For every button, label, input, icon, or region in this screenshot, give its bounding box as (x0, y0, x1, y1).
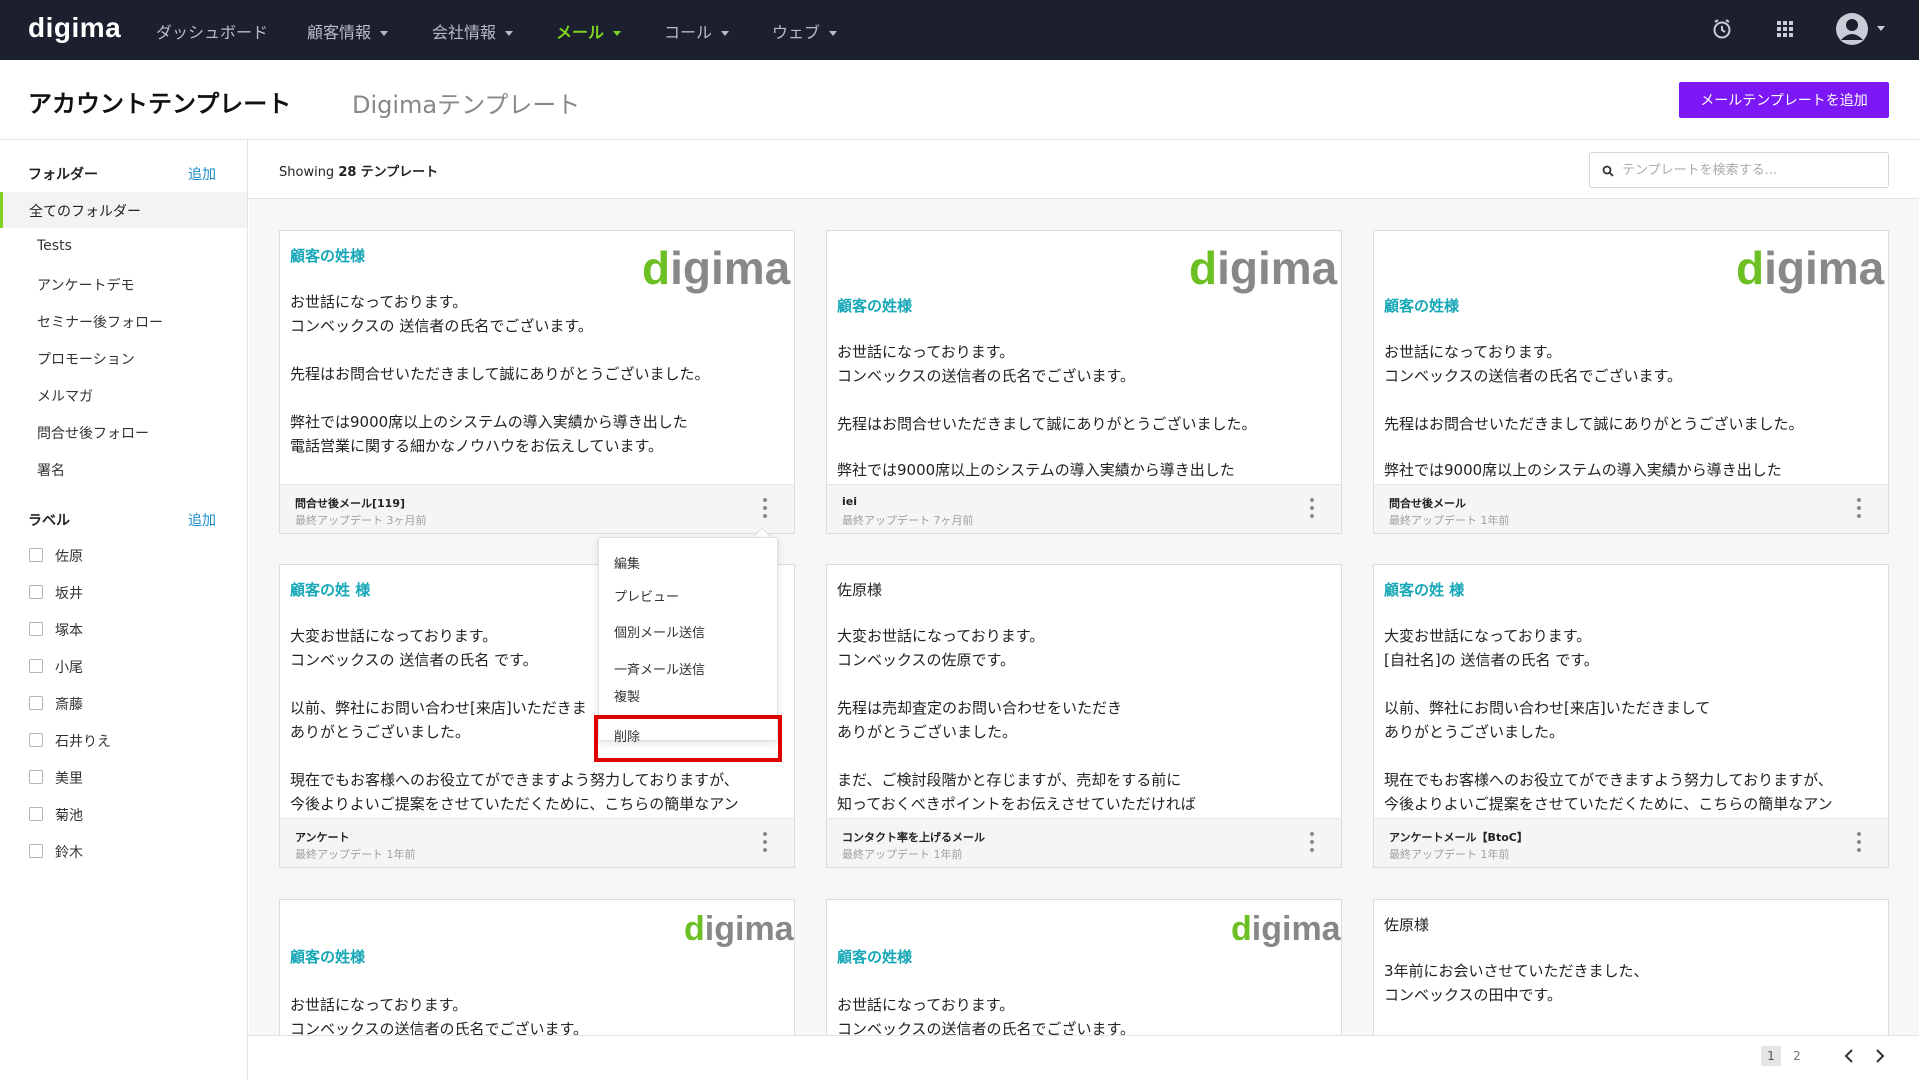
last-updated: 最終アップデート 1年前 (1389, 514, 1510, 527)
more-options-icon[interactable] (1856, 498, 1862, 522)
digima-logo: digima (1231, 910, 1341, 948)
template-name: アンケートメール【BtoC】 (1389, 831, 1528, 844)
menu-item-individual-send[interactable]: 個別メール送信 (614, 622, 705, 641)
sidebar-item-inquiry-follow[interactable]: 問合せ後フォロー (37, 423, 149, 443)
add-mail-template-button[interactable]: メールテンプレートを追加 (1679, 82, 1889, 118)
add-folder-link[interactable]: 追加 (188, 164, 216, 184)
checkbox[interactable] (29, 770, 43, 784)
more-options-icon[interactable] (1309, 498, 1315, 522)
template-card[interactable]: 佐原様 3年前にお会いさせていただきました、 コンベックスの田中です。 (1373, 899, 1889, 1039)
last-updated: 最終アップデート 1年前 (295, 848, 416, 861)
template-name: iei (842, 495, 858, 508)
checkbox[interactable] (29, 548, 43, 562)
template-card[interactable]: 佐原様 大変お世話になっております。 コンベックスの佐原です。 先程は売却査定の… (826, 564, 1342, 868)
chevron-down-icon (613, 31, 622, 36)
menu-item-duplicate[interactable]: 複製 (614, 686, 640, 705)
chevron-down-icon (721, 31, 730, 36)
checkbox[interactable] (29, 844, 43, 858)
template-card[interactable]: digima 顧客の姓様 お世話になっております。 コンベックスの送信者の氏名で… (1373, 230, 1889, 534)
chevron-right-icon[interactable] (1873, 1046, 1887, 1066)
checkbox[interactable] (29, 659, 43, 673)
digima-logo: digima (1189, 242, 1338, 294)
sidebar-item-newsletter[interactable]: メルマガ (37, 386, 93, 406)
delete-highlight-box (594, 715, 782, 762)
nav-customer-info[interactable]: 顧客情報 (307, 19, 389, 43)
more-options-icon[interactable] (1856, 832, 1862, 856)
template-name: 問合せ後メール (1389, 497, 1466, 510)
nav-web[interactable]: ウェブ (772, 19, 838, 43)
divider (0, 139, 1919, 140)
folders-heading: フォルダー (28, 167, 98, 183)
digima-logo: digima (684, 910, 794, 948)
add-label-link[interactable]: 追加 (188, 510, 216, 530)
checkbox[interactable] (29, 807, 43, 821)
search-icon (1602, 165, 1614, 177)
more-options-icon[interactable] (762, 832, 768, 856)
last-updated: 最終アップデート 1年前 (1389, 848, 1510, 861)
page-2[interactable]: 2 (1787, 1046, 1807, 1066)
chevron-down-icon (829, 31, 838, 36)
user-avatar-icon[interactable] (1835, 12, 1869, 46)
template-card[interactable]: digima 顧客の姓様 お世話になっております。 コンベックスの送信者の氏名で… (826, 230, 1342, 534)
apps-grid-icon[interactable] (1772, 16, 1798, 42)
sidebar-item-seminar-follow[interactable]: セミナー後フォロー (37, 312, 163, 332)
last-updated: 最終アップデート 1年前 (842, 848, 963, 861)
template-card[interactable]: digima 顧客の姓様 お世話になっております。 コンベックスの送信者の氏名で… (826, 899, 1342, 1039)
clock-icon[interactable] (1709, 16, 1735, 42)
digima-logo: digima (1736, 242, 1885, 294)
top-nav: digima ダッシュボード 顧客情報 会社情報 メール コール ウェブ (0, 0, 1919, 60)
nav-mail[interactable]: メール (556, 19, 622, 43)
chevron-down-icon (505, 31, 514, 36)
sidebar-item-tests[interactable]: Tests (37, 238, 72, 254)
nav-company-info[interactable]: 会社情報 (432, 19, 514, 43)
last-updated: 最終アップデート 7ヶ月前 (842, 514, 974, 527)
more-options-icon[interactable] (1309, 832, 1315, 856)
page-1[interactable]: 1 (1761, 1046, 1781, 1066)
template-name: 問合せ後メール[119] (295, 497, 406, 510)
page-title: アカウントテンプレート (28, 90, 292, 118)
checkbox[interactable] (29, 696, 43, 710)
template-name: コンタクト率を上げるメール (842, 831, 985, 844)
template-card[interactable]: digima 顧客の姓様 お世話になっております。 コンベックスの送信者の氏名で… (279, 899, 795, 1039)
chevron-left-icon[interactable] (1842, 1046, 1856, 1066)
labels-heading: ラベル (28, 513, 70, 529)
tab-digima-templates[interactable]: Digimaテンプレート (352, 85, 580, 120)
sidebar-item-signature[interactable]: 署名 (37, 460, 65, 480)
menu-item-preview[interactable]: プレビュー (614, 586, 679, 605)
sidebar-item-promotion[interactable]: プロモーション (37, 349, 135, 369)
template-card[interactable]: 顧客の姓 様 大変お世話になっております。 [自社名]の 送信者の氏名 です。 … (1373, 564, 1889, 868)
template-card[interactable]: digima 顧客の姓様 お世話になっております。 コンベックスの 送信者の氏名… (279, 230, 795, 534)
more-options-icon[interactable] (762, 498, 768, 522)
menu-item-bulk-send[interactable]: 一斉メール送信 (614, 659, 705, 678)
template-name: アンケート (295, 831, 350, 844)
search-input[interactable] (1622, 161, 1882, 179)
search-box[interactable] (1589, 152, 1889, 188)
last-updated: 最終アップデート 3ヶ月前 (295, 514, 427, 527)
sidebar: フォルダー 追加 全てのフォルダー Tests アンケートデモ セミナー後フォロ… (0, 140, 248, 1080)
chevron-down-icon[interactable] (1877, 26, 1885, 31)
checkbox[interactable] (29, 585, 43, 599)
digima-logo: digima (642, 242, 791, 294)
card-context-menu: 編集 プレビュー 個別メール送信 一斉メール送信 複製 削除 (598, 537, 778, 745)
sidebar-item-all-folders[interactable]: 全てのフォルダー (0, 192, 247, 228)
nav-call[interactable]: コール (664, 19, 730, 43)
digima-logo[interactable]: digima (28, 12, 121, 44)
checkbox[interactable] (29, 622, 43, 636)
pagination-bar (249, 1036, 1919, 1080)
chevron-down-icon (380, 31, 389, 36)
sidebar-item-survey-demo[interactable]: アンケートデモ (37, 275, 134, 295)
template-count: Showing 28 テンプレート (279, 165, 439, 180)
nav-dashboard[interactable]: ダッシュボード (156, 19, 268, 43)
checkbox[interactable] (29, 733, 43, 747)
menu-item-edit[interactable]: 編集 (614, 553, 640, 572)
